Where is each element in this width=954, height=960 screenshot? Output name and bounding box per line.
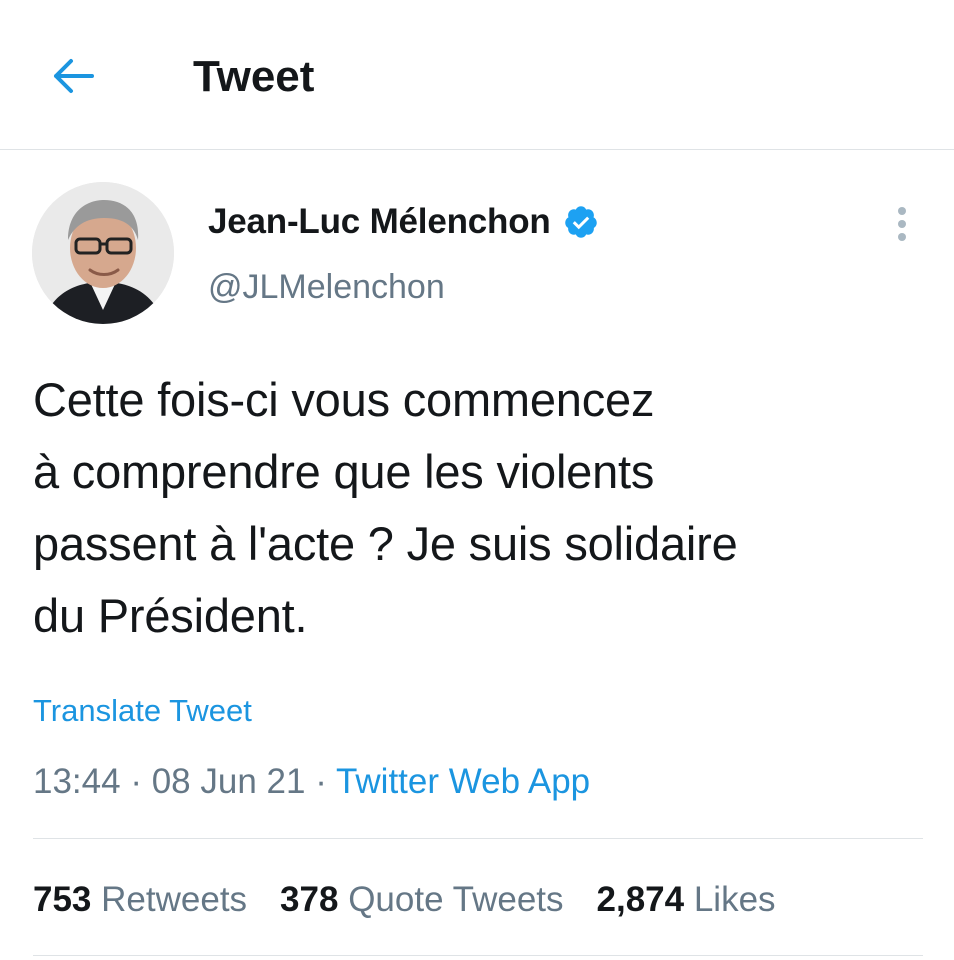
author-photo (32, 182, 174, 324)
author-display-name[interactable]: Jean-Luc Mélenchon (208, 202, 551, 242)
arrow-left-icon (54, 59, 94, 93)
divider (33, 838, 923, 839)
avatar[interactable] (32, 182, 174, 324)
likes-label: Likes (693, 880, 776, 919)
tweet-stats: 753 Retweets 378 Quote Tweets 2,874 Like… (33, 876, 776, 924)
tweet-date: 08 Jun 21 (151, 762, 306, 801)
likes-count: 2,874 (596, 880, 685, 919)
author-handle[interactable]: @JLMelenchon (208, 264, 445, 310)
page-title: Tweet (193, 52, 315, 101)
top-bar: Tweet (0, 0, 954, 150)
tweet-text: Cette fois-ci vous commencez à comprendr… (33, 373, 738, 642)
verified-badge-icon (563, 204, 599, 240)
quote-tweets-label: Quote Tweets (348, 880, 564, 919)
quote-tweets-count: 378 (280, 880, 339, 919)
quote-tweets-stat[interactable]: 378 Quote Tweets (280, 876, 563, 924)
retweets-label: Retweets (101, 880, 248, 919)
author-name-row[interactable]: Jean-Luc Mélenchon (208, 198, 599, 246)
tweet-time: 13:44 (33, 762, 121, 801)
more-vertical-icon (898, 207, 906, 215)
translate-tweet-link[interactable]: Translate Tweet (33, 690, 252, 732)
tweet-metadata: 13:44 · 08 Jun 21 · Twitter Web App (33, 758, 590, 806)
tweet-source-link[interactable]: Twitter Web App (336, 762, 590, 801)
back-button[interactable] (40, 46, 108, 106)
retweets-stat[interactable]: 753 Retweets (33, 876, 247, 924)
retweets-count: 753 (33, 880, 92, 919)
divider (33, 955, 923, 956)
likes-stat[interactable]: 2,874 Likes (597, 876, 776, 924)
meta-separator: · (130, 762, 142, 801)
meta-separator: · (315, 762, 327, 801)
more-options-button[interactable] (884, 200, 920, 248)
